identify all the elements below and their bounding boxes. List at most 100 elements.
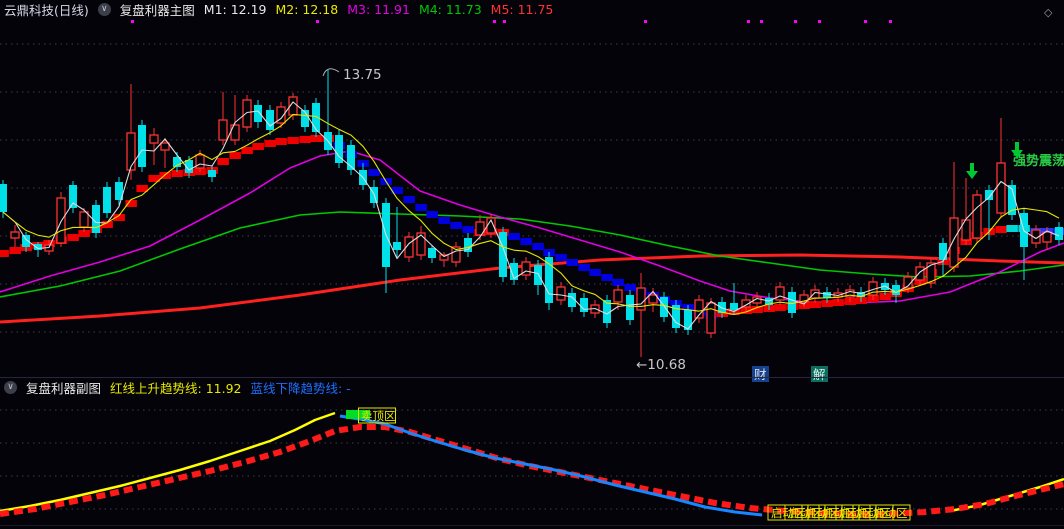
trend-step (601, 274, 613, 281)
sub-indicator-layer: 卖顶区启动区启动区启动区启动区启动区启动区启动区 (0, 407, 1064, 521)
trend-step (508, 233, 520, 240)
peak-pointer-icon (322, 68, 340, 77)
candle-body-down (660, 297, 668, 317)
candle-body-down (428, 248, 436, 258)
stock-app-window: { "top_bar": { "stock_label": "云鼎科技(日线)"… (0, 0, 1064, 529)
sub-chart-header: ∨ 复盘利器副图 红线上升趋势线: 11.92 蓝线下降趋势线: - (0, 379, 351, 396)
collapse-chevron-icon-sub[interactable]: ∨ (4, 381, 17, 394)
trend-step (532, 243, 544, 250)
watermark-char: 解 (813, 367, 826, 382)
candle-body-down (393, 242, 401, 250)
signal-dot (131, 20, 134, 23)
main-chart-header: 云鼎科技(日线) ∨ 复盘利器主图 M1: 12.19 M2: 12.18 M3… (0, 0, 553, 18)
low-price-label: ←10.68 (636, 357, 686, 373)
marker-diamond-icon: ◇ (1044, 6, 1053, 19)
trend-step (217, 158, 229, 165)
candle-body-up (915, 266, 925, 281)
candle-body-up (218, 119, 228, 141)
signal-dot (864, 20, 867, 23)
signal-dot (818, 20, 821, 23)
trend-step (368, 169, 380, 176)
candle-body-up (996, 162, 1006, 214)
trend-step (252, 143, 264, 150)
candle-body-up (230, 124, 240, 141)
trend-step (275, 138, 287, 145)
candle-body-down (939, 243, 947, 260)
main-annotations: 13.75 ←10.68 强势震荡财 解 (131, 20, 1064, 382)
candle-body-up (160, 142, 170, 151)
signal-dot (644, 20, 647, 23)
trend-step (462, 226, 474, 233)
candle-body-up (416, 232, 426, 256)
trend-step (125, 200, 137, 207)
candle-body-down (823, 292, 831, 298)
sub-indicator-name: 复盘利器副图 (26, 381, 102, 396)
sell-zone-label: 卖顶区 (361, 409, 396, 423)
trend-step (67, 234, 79, 241)
candle-body-up (126, 132, 136, 171)
candle-body-down (985, 190, 993, 200)
watermark-char: 财 (754, 367, 767, 382)
signal-dot (316, 20, 319, 23)
candle-body-down (626, 295, 634, 320)
signal-dot (794, 20, 797, 23)
candle-body-down (208, 170, 216, 177)
candle-body-up (949, 217, 959, 268)
candle-body-down (0, 184, 7, 212)
candle-body-up (149, 134, 159, 144)
candle-body-down (892, 285, 900, 295)
candle-body-up (775, 286, 785, 301)
trend-step (555, 254, 567, 261)
trend-step (624, 284, 636, 291)
trend-step (0, 250, 9, 257)
trend-step (774, 304, 786, 311)
trend-step (438, 217, 450, 224)
collapse-chevron-icon[interactable]: ∨ (97, 2, 111, 16)
ma5-value: M5: 11.75 (490, 1, 554, 17)
blue-trendline-value: 蓝线下降趋势线: - (250, 381, 351, 396)
candle-body-down (254, 105, 262, 122)
candles-layer (0, 70, 1063, 357)
ma1-value: M1: 12.19 (203, 1, 267, 17)
candle-body-down (534, 265, 542, 285)
trend-step (9, 247, 21, 254)
trend-step (229, 152, 241, 159)
trend-step (995, 226, 1007, 233)
trend-step (1006, 225, 1018, 232)
trend-step (450, 222, 462, 229)
candle-body-down (1055, 227, 1063, 240)
bottom-edge-line (0, 525, 1064, 526)
candle-body-up (613, 289, 623, 303)
candle-body-down (730, 303, 738, 310)
trend-step (612, 279, 624, 286)
candle-body-up (79, 211, 89, 228)
candle-body-up (242, 99, 252, 128)
peak-price-label: 13.75 (343, 67, 382, 83)
main-indicator-name: 复盘利器主图 (119, 2, 195, 18)
trend-step (264, 140, 276, 147)
stock-title: 云鼎科技(日线) (4, 2, 89, 18)
signal-dot (503, 20, 506, 23)
signal-text: 强势震荡 (1013, 153, 1064, 169)
candle-body-up (556, 286, 566, 301)
launch-zone-label: 启动区 (873, 506, 908, 520)
trend-step (589, 269, 601, 276)
trend-step (287, 137, 299, 144)
trend-step (241, 147, 253, 154)
candle-body-down (103, 187, 111, 213)
signal-dot (889, 20, 892, 23)
candle-body-up (810, 289, 820, 299)
ma3-value: M3: 11.91 (347, 1, 410, 17)
signal-dot (760, 20, 763, 23)
trend-step (578, 264, 590, 271)
candle-body-up (648, 294, 658, 304)
candle-body-down (266, 110, 274, 130)
red-trendline-value: 红线上升趋势线: 11.92 (110, 381, 242, 396)
candle-body-up (972, 194, 982, 239)
trend-step (299, 136, 311, 143)
stock-chart-canvas[interactable]: 13.75←10.68强势震荡财 解卖顶区启动区启动区启动区启动区启动区启动区启动… (0, 0, 1064, 529)
trend-step (520, 238, 532, 245)
signal-dot (747, 20, 750, 23)
trend-step (403, 196, 415, 203)
signal-dot (493, 20, 496, 23)
